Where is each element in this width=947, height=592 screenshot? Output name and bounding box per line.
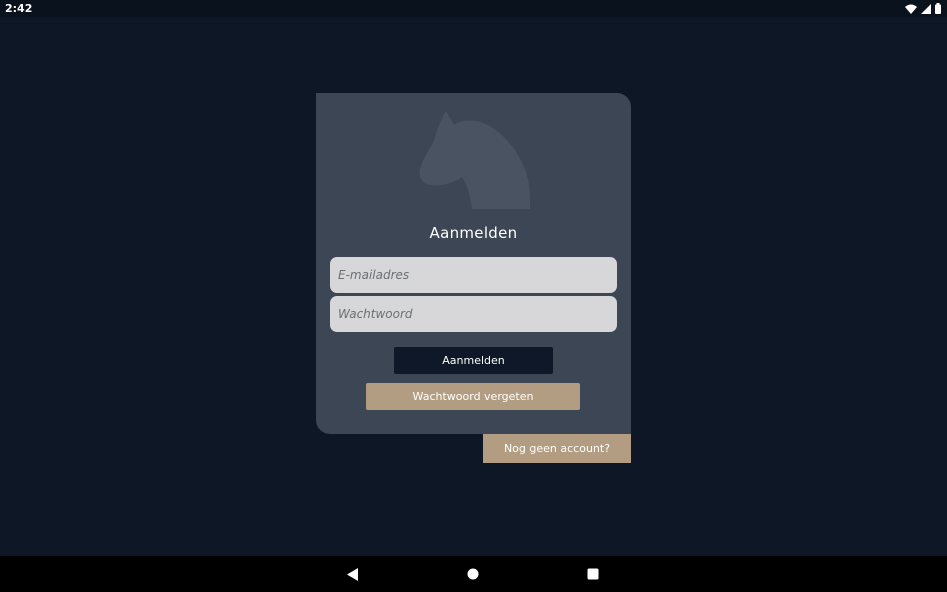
recents-icon[interactable]: [585, 566, 601, 582]
password-field[interactable]: [330, 296, 617, 332]
login-button[interactable]: Aanmelden: [394, 347, 553, 374]
register-button[interactable]: Nog geen account?: [483, 434, 631, 463]
login-card: Aanmelden Aanmelden Wachtwoord vergeten: [316, 93, 631, 434]
status-time: 2:42: [5, 2, 33, 15]
horse-head-icon: [418, 111, 530, 211]
status-bar: 2:42: [0, 0, 947, 17]
back-icon[interactable]: [345, 566, 361, 582]
signal-icon: [921, 3, 931, 14]
forgot-password-button[interactable]: Wachtwoord vergeten: [366, 383, 580, 410]
home-icon[interactable]: [465, 566, 481, 582]
email-field[interactable]: [330, 257, 617, 293]
page-title: Aanmelden: [429, 224, 518, 242]
battery-icon: [935, 3, 941, 14]
wifi-icon: [905, 4, 917, 14]
status-icons: [905, 2, 941, 15]
navigation-bar: [0, 556, 947, 592]
